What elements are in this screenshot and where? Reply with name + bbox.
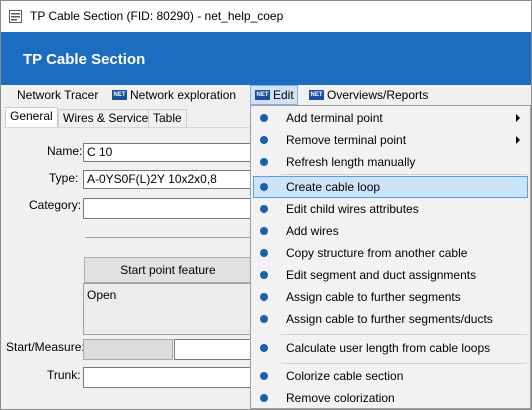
bullet-icon xyxy=(260,344,268,352)
net-badge-icon: NET xyxy=(309,89,324,100)
menu-item-label: Add terminal point xyxy=(286,111,383,125)
menu-item-label: Refresh length manually xyxy=(286,155,416,169)
net-badge-icon: NET xyxy=(255,89,270,100)
menu-item-colorize-cable-section[interactable]: Colorize cable section xyxy=(253,365,528,387)
tab-general[interactable]: General xyxy=(5,107,58,128)
bullet-icon xyxy=(260,394,268,402)
menu-item-create-cable-loop[interactable]: Create cable loop xyxy=(253,176,528,198)
menu-item-copy-structure[interactable]: Copy structure from another cable xyxy=(253,242,528,264)
start-point-status-box: Open xyxy=(83,283,253,335)
bullet-icon xyxy=(260,183,268,191)
app-window: TP Cable Section (FID: 80290) - net_help… xyxy=(0,0,532,410)
menu-item-add-wires[interactable]: Add wires xyxy=(253,220,528,242)
menu-item-refresh-length[interactable]: Refresh length manually xyxy=(253,151,528,173)
menu-item-label: Remove terminal point xyxy=(286,133,407,147)
tab-table[interactable]: Table xyxy=(148,109,187,127)
menu-item-assign-segments[interactable]: Assign cable to further segments xyxy=(253,286,528,308)
menu-item-label: Remove colorization xyxy=(286,391,395,405)
header-banner: TP Cable Section xyxy=(1,32,531,85)
bullet-icon xyxy=(260,372,268,380)
menu-edit-label: Edit xyxy=(273,88,294,102)
start-point-feature-button[interactable]: Start point feature xyxy=(84,257,252,283)
bullet-icon xyxy=(260,271,268,279)
net-badge-icon: NET xyxy=(112,89,127,100)
tab-wires-services[interactable]: Wires & Services xyxy=(58,109,160,127)
bullet-icon xyxy=(260,114,268,122)
bullet-icon xyxy=(260,315,268,323)
page-title: TP Cable Section xyxy=(23,51,146,68)
start-measure-label: Start/Measure: xyxy=(6,340,85,354)
start-point-status: Open xyxy=(87,288,117,302)
type-label: Type: xyxy=(49,171,79,185)
bullet-icon xyxy=(260,293,268,301)
category-label: Category: xyxy=(29,198,82,212)
menu-separator xyxy=(281,334,527,335)
type-field[interactable]: A-0YS0F(L)2Y 10x2x0,8 xyxy=(83,170,253,189)
bullet-icon xyxy=(260,249,268,257)
title-bar[interactable]: TP Cable Section (FID: 80290) - net_help… xyxy=(1,1,531,32)
menu-item-label: Create cable loop xyxy=(286,180,381,194)
name-field[interactable]: C 10 xyxy=(83,143,253,162)
menu-item-edit-child-wires[interactable]: Edit child wires attributes xyxy=(253,198,528,220)
menu-network-tracer-label: Network Tracer xyxy=(17,88,99,102)
bullet-icon xyxy=(260,227,268,235)
menu-separator xyxy=(281,174,527,175)
menu-separator xyxy=(281,363,527,364)
menu-item-label: Edit segment and duct assignments xyxy=(286,268,477,282)
menu-network-exploration[interactable]: NET Network exploration xyxy=(112,85,236,105)
menu-item-label: Add wires xyxy=(286,224,339,238)
trunk-label: Trunk: xyxy=(47,368,81,382)
menu-item-calculate-user-length[interactable]: Calculate user length from cable loops xyxy=(253,337,528,359)
menu-item-edit-segment-duct[interactable]: Edit segment and duct assignments xyxy=(253,264,528,286)
submenu-arrow-icon xyxy=(516,136,520,144)
category-field[interactable] xyxy=(83,198,253,219)
bullet-icon xyxy=(260,158,268,166)
bullet-icon xyxy=(260,205,268,213)
menu-item-label: Copy structure from another cable xyxy=(286,246,468,260)
menu-edit[interactable]: NET Edit xyxy=(250,85,298,105)
start-measure-field[interactable] xyxy=(83,339,173,360)
menu-overviews-reports-label: Overviews/Reports xyxy=(327,88,429,102)
divider xyxy=(85,237,251,238)
menu-item-remove-terminal-point[interactable]: Remove terminal point xyxy=(253,129,528,151)
menu-item-remove-colorization[interactable]: Remove colorization xyxy=(253,387,528,409)
menu-item-assign-segments-ducts[interactable]: Assign cable to further segments/ducts xyxy=(253,308,528,330)
window-form-icon xyxy=(9,10,22,23)
menu-item-label: Colorize cable section xyxy=(286,369,404,383)
menu-item-label: Edit child wires attributes xyxy=(286,202,419,216)
trunk-field[interactable] xyxy=(83,367,253,388)
menu-network-tracer[interactable]: Network Tracer xyxy=(17,85,98,105)
menu-item-label: Assign cable to further segments/ducts xyxy=(286,312,493,326)
edit-dropdown-menu: Add terminal point Remove terminal point… xyxy=(250,105,531,409)
menu-item-label: Assign cable to further segments xyxy=(286,290,461,304)
menu-item-label: Calculate user length from cable loops xyxy=(286,341,491,355)
window-title: TP Cable Section (FID: 80290) - net_help… xyxy=(30,9,284,23)
menu-network-exploration-label: Network exploration xyxy=(130,88,237,102)
menu-overviews-reports[interactable]: NET Overviews/Reports xyxy=(309,85,428,105)
measure-field[interactable] xyxy=(174,339,253,360)
bullet-icon xyxy=(260,136,268,144)
menu-item-add-terminal-point[interactable]: Add terminal point xyxy=(253,107,528,129)
submenu-arrow-icon xyxy=(516,114,520,122)
menu-bar: Network Tracer NET Network exploration NE… xyxy=(1,85,531,105)
name-label: Name: xyxy=(47,144,83,158)
